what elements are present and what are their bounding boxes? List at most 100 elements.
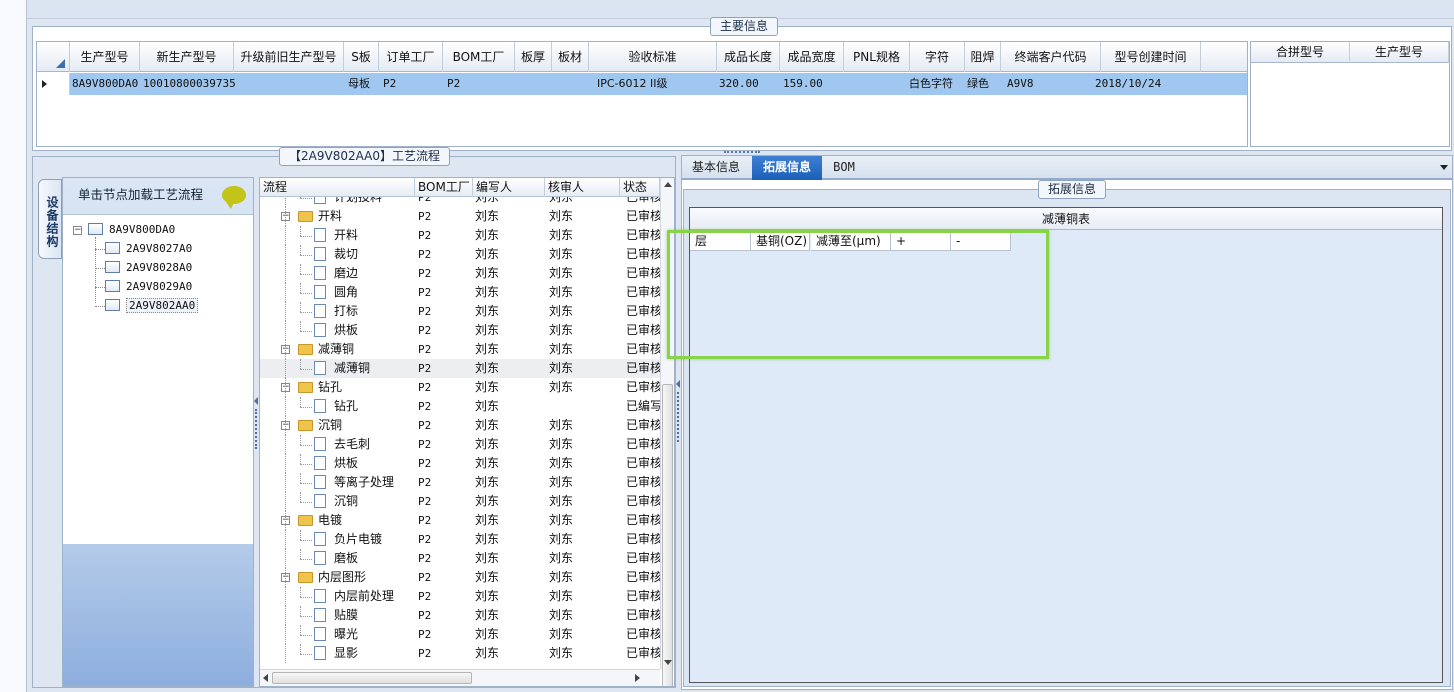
device-structure-tab[interactable]: 设备结构 — [38, 179, 62, 259]
column-header[interactable]: 验收标准 — [589, 42, 717, 72]
process-grid-rows[interactable]: 计划投料 P2 刘东 刘东 已审核 − 开料 P2 刘东 刘东 已审核 开料 P2 刘东 刘东 已审核 裁切 P2… — [260, 197, 660, 669]
scroll-up-icon[interactable] — [664, 182, 672, 187]
speech-bubble-icon[interactable] — [222, 186, 246, 209]
cell-writer: 刘东 — [475, 570, 500, 584]
merge-column-header[interactable]: 生产型号 — [1350, 42, 1449, 63]
column-header[interactable]: S板 — [344, 42, 379, 72]
tree-node-root[interactable]: 8A9V800DA0 — [88, 221, 175, 239]
table-row[interactable]: 圆角 P2 刘东 刘东 已审核 — [260, 283, 660, 302]
cell-status: 已审核 — [626, 513, 660, 527]
table-row[interactable]: 磨边 P2 刘东 刘东 已审核 — [260, 264, 660, 283]
document-icon — [314, 437, 326, 451]
column-header[interactable]: 基铜(OZ) — [751, 231, 810, 251]
column-header[interactable]: BOM工厂 — [415, 178, 473, 197]
hscroll-thumb[interactable] — [272, 672, 472, 684]
table-row[interactable]: − 钻孔 P2 刘东 刘东 已审核 — [260, 378, 660, 397]
table-row[interactable]: 计划投料 P2 刘东 刘东 已审核 — [260, 197, 660, 207]
column-header[interactable]: 成品宽度 — [780, 42, 844, 72]
tree-line — [285, 492, 286, 511]
table-row[interactable]: 去毛刺 P2 刘东 刘东 已审核 — [260, 435, 660, 454]
column-header[interactable]: 成品长度 — [717, 42, 780, 72]
column-header[interactable]: 终端客户代码 — [1001, 42, 1101, 72]
cell-bom: P2 — [418, 229, 432, 242]
cell-writer: 刘东 — [475, 304, 500, 318]
table-row[interactable]: 8A9V800DA0 10010800039735 母板 P2 P2 IPC-6012 I… — [37, 73, 1247, 95]
tree-line — [300, 407, 312, 408]
flow-name: 计划投料 — [334, 197, 383, 204]
table-row[interactable]: 沉铜 P2 刘东 刘东 已审核 — [260, 492, 660, 511]
table-row[interactable]: 打标 P2 刘东 刘东 已审核 — [260, 302, 660, 321]
column-header[interactable]: - — [951, 231, 1011, 251]
tab-0[interactable]: 基本信息 — [682, 156, 750, 180]
table-row[interactable]: 钻孔 P2 刘东 已编写 — [260, 397, 660, 416]
table-row[interactable]: − 沉铜 P2 刘东 刘东 已审核 — [260, 416, 660, 435]
thinning-copper-table[interactable]: 减薄铜表 层基铜(OZ) 减薄至(μm) + - — [689, 207, 1443, 683]
scroll-down-icon[interactable] — [664, 660, 672, 665]
tree-line — [285, 530, 286, 549]
cell-bom: P2 — [418, 571, 432, 584]
column-header[interactable]: 层 — [690, 231, 751, 251]
table-row[interactable]: 负片电镀 P2 刘东 刘东 已审核 — [260, 530, 660, 549]
column-header[interactable]: 新生产型号 — [140, 42, 234, 72]
column-header[interactable]: 编写人 — [473, 178, 545, 197]
column-header[interactable]: 升级前旧生产型号 — [234, 42, 344, 72]
scroll-thumb[interactable] — [662, 384, 673, 686]
merge-model-grid[interactable]: 合拼型号 生产型号 — [1250, 41, 1450, 147]
table-row[interactable]: − 电镀 P2 刘东 刘东 已审核 — [260, 511, 660, 530]
table-row[interactable]: 曝光 P2 刘东 刘东 已审核 — [260, 625, 660, 644]
tab-dropdown-icon[interactable] — [1440, 165, 1448, 170]
column-header[interactable]: 状态 — [620, 178, 660, 197]
table-row[interactable]: − 减薄铜 P2 刘东 刘东 已审核 — [260, 340, 660, 359]
collapse-icon[interactable]: − — [73, 226, 82, 235]
column-header[interactable]: BOM工厂 — [443, 42, 515, 72]
table-row[interactable]: 等离子处理 P2 刘东 刘东 已审核 — [260, 473, 660, 492]
column-header[interactable]: 减薄至(μm) — [811, 231, 891, 251]
table-row[interactable]: 贴膜 P2 刘东 刘东 已审核 — [260, 606, 660, 625]
table-row[interactable]: 显影 P2 刘东 刘东 已审核 — [260, 644, 660, 663]
table-row[interactable]: − 内层图形 P2 刘东 刘东 已审核 — [260, 568, 660, 587]
tab-1[interactable]: 拓展信息 — [752, 156, 822, 180]
column-header[interactable]: 流程 — [260, 178, 415, 197]
column-header[interactable]: 核审人 — [545, 178, 620, 197]
table-row[interactable]: 裁切 P2 刘东 刘东 已审核 — [260, 245, 660, 264]
tree-node-child[interactable]: 2A9V8029A0 — [105, 278, 192, 296]
tab-2[interactable]: BOM — [824, 156, 864, 180]
model-tree[interactable]: − 8A9V800DA0 2A9V8027A0 2A9V8028A0 2A9V8029A… — [63, 214, 253, 544]
column-header[interactable]: 字符 — [910, 42, 965, 72]
table-row[interactable]: 磨板 P2 刘东 刘东 已审核 — [260, 549, 660, 568]
tree-line — [285, 568, 286, 587]
tree-node-child[interactable]: 2A9V8028A0 — [105, 259, 192, 277]
column-header[interactable]: 板厚 — [515, 42, 552, 72]
column-header[interactable]: 型号创建时间 — [1101, 42, 1201, 72]
tree-node-child[interactable]: 2A9V8027A0 — [105, 240, 192, 258]
flow-name: 曝光 — [334, 627, 359, 641]
tree-node-child[interactable]: 2A9V802AA0 — [105, 297, 199, 315]
merge-column-header[interactable]: 合拼型号 — [1251, 42, 1350, 63]
scroll-left-icon[interactable] — [263, 674, 268, 682]
scroll-right-icon[interactable] — [635, 674, 640, 682]
main-info-grid[interactable]: 生产型号 新生产型号 升级前旧生产型号 S板 订单工厂 BOM工厂 板厚 板材 验收标准 成品长度… — [36, 41, 1248, 147]
tree-line — [300, 530, 301, 540]
column-header[interactable]: 板材 — [552, 42, 589, 72]
cell-bom: P2 — [418, 197, 432, 204]
cell-status: 已审核 — [626, 627, 660, 641]
column-header[interactable]: + — [891, 231, 951, 251]
process-flow-group: 【2A9V802AA0】工艺流程 设备结构 单击节点加载工艺流程 − 8A9V80… — [32, 147, 676, 688]
column-header[interactable]: 阻焊 — [965, 42, 1001, 72]
cell-writer: 刘东 — [475, 380, 500, 394]
table-row[interactable]: 减薄铜 P2 刘东 刘东 已审核 — [260, 359, 660, 378]
process-grid[interactable]: 流程 BOM工厂 编写人 核审人 状态 计划投料 P2 刘东 刘东 已审核 − 开料 P2 刘东 刘东 已审… — [259, 177, 675, 687]
table-row[interactable]: 内层前处理 P2 刘东 刘东 已审核 — [260, 587, 660, 606]
flow-name: 打标 — [334, 304, 359, 318]
horizontal-scrollbar[interactable] — [260, 669, 660, 686]
table-row[interactable]: 烘板 P2 刘东 刘东 已审核 — [260, 454, 660, 473]
table-row[interactable]: − 开料 P2 刘东 刘东 已审核 — [260, 207, 660, 226]
flow-cell: 烘板 — [260, 321, 415, 340]
column-header[interactable]: 订单工厂 — [379, 42, 443, 72]
column-header[interactable]: 生产型号 — [70, 42, 140, 72]
table-row[interactable]: 开料 P2 刘东 刘东 已审核 — [260, 226, 660, 245]
vertical-scrollbar[interactable] — [660, 178, 674, 686]
column-header[interactable]: PNL规格 — [844, 42, 910, 72]
table-row[interactable]: 烘板 P2 刘东 刘东 已审核 — [260, 321, 660, 340]
cell-reviewer: 刘东 — [549, 589, 574, 603]
